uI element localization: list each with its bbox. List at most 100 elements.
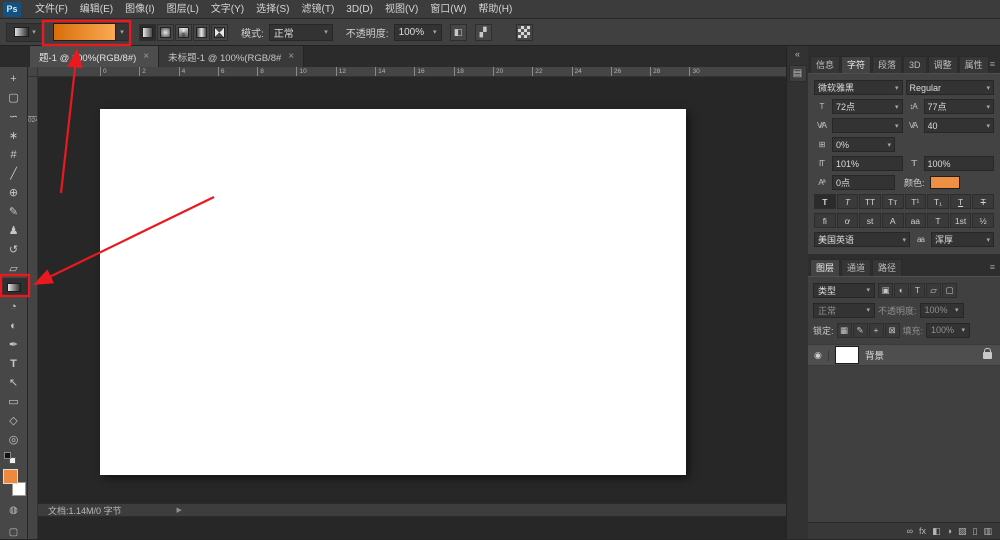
transparency-toggle[interactable]	[516, 24, 533, 41]
close-icon[interactable]: ×	[288, 51, 294, 62]
blur-tool[interactable]: ◔	[1, 297, 27, 316]
status-chevron-icon[interactable]: ▶	[177, 506, 182, 514]
menu-item[interactable]: 选择(S)	[250, 0, 295, 18]
panel-tab[interactable]: 字符	[841, 56, 871, 73]
filter-type-layers-icon[interactable]: T	[910, 283, 925, 298]
gradient-editor-swatch[interactable]	[53, 23, 116, 41]
hand-tool[interactable]: ◇	[1, 411, 27, 430]
diamond-gradient-button[interactable]	[211, 24, 228, 41]
filter-adjustment-layers-icon[interactable]: ◐	[894, 283, 909, 298]
font-family-select[interactable]: 微软雅黑 ▾	[814, 80, 903, 95]
all-caps-button[interactable]: TT	[859, 194, 881, 209]
collapse-dock-icon[interactable]: «	[795, 48, 800, 61]
reflected-gradient-button[interactable]	[193, 24, 210, 41]
contextual-alternates-button[interactable]: ơ	[837, 213, 859, 228]
layer-thumbnail[interactable]	[835, 346, 859, 364]
titling-alternates-button[interactable]: T	[927, 213, 949, 228]
faux-italic-button[interactable]: T	[837, 194, 859, 209]
subscript-button[interactable]: T₁	[927, 194, 949, 209]
foreground-color-swatch[interactable]	[3, 469, 18, 484]
underline-button[interactable]: T	[950, 194, 972, 209]
canvas-area[interactable]: 024681012141618202224262830 024681012141…	[28, 67, 786, 539]
panel-tab[interactable]: 图层	[810, 259, 840, 276]
filter-smart-objects-icon[interactable]: ▢	[942, 283, 957, 298]
spot-healing-brush-tool[interactable]: ⊕	[1, 183, 27, 202]
layer-row[interactable]: ◉ 背景	[808, 344, 1000, 366]
lock-position-icon[interactable]: +	[869, 323, 884, 338]
panel-tab[interactable]: 属性	[959, 56, 989, 73]
panel-menu-icon[interactable]: ≡	[990, 59, 995, 69]
dither-toggle[interactable]: ▞	[475, 24, 492, 41]
font-style-select[interactable]: Regular ▾	[906, 80, 995, 95]
horizontal-type-tool[interactable]: T	[1, 354, 27, 373]
layer-visibility-icon[interactable]: ◉	[814, 350, 829, 361]
clone-stamp-tool[interactable]: ♟	[1, 221, 27, 240]
small-caps-button[interactable]: Tᴛ	[882, 194, 904, 209]
filter-pixel-layers-icon[interactable]: ▣	[878, 283, 893, 298]
faux-bold-button[interactable]: T	[814, 194, 836, 209]
menu-item[interactable]: 编辑(E)	[74, 0, 119, 18]
ligatures-button[interactable]: fi	[814, 213, 836, 228]
menu-item[interactable]: 文字(Y)	[205, 0, 250, 18]
layer-opacity-select[interactable]: 100% ▾	[920, 303, 964, 318]
menu-item[interactable]: 图层(L)	[161, 0, 205, 18]
menu-item[interactable]: 文件(F)	[29, 0, 74, 18]
menu-item[interactable]: 帮助(H)	[472, 0, 518, 18]
stylistic-alternates-button[interactable]: aa	[905, 213, 927, 228]
radial-gradient-button[interactable]	[157, 24, 174, 41]
font-size-select[interactable]: 72点 ▾	[832, 99, 903, 114]
pen-tool[interactable]: ✒	[1, 335, 27, 354]
layer-group-icon[interactable]: ▧	[958, 526, 967, 537]
quick-selection-tool[interactable]: ∗	[1, 126, 27, 145]
rectangle-tool[interactable]: ▭	[1, 392, 27, 411]
kerning-select[interactable]: ▾	[832, 118, 903, 133]
ruler-corner[interactable]	[28, 67, 38, 77]
layer-fill-select[interactable]: 100% ▾	[926, 323, 970, 338]
document-tab[interactable]: 未标题-1 @ 100%(RGB/8#) ×	[159, 46, 304, 67]
gradient-tool[interactable]	[1, 278, 27, 297]
lasso-tool[interactable]: ∽	[1, 107, 27, 126]
document-tab[interactable]: 题-1 @ 100%(RGB/8#) ×	[30, 46, 159, 67]
panel-tab[interactable]: 段落	[872, 56, 902, 73]
mode-select[interactable]: 正常 ▾	[269, 24, 333, 41]
rectangular-marquee-tool[interactable]: ▢	[1, 88, 27, 107]
superscript-button[interactable]: T¹	[905, 194, 927, 209]
lock-pixels-icon[interactable]: ✎	[853, 323, 868, 338]
strikethrough-button[interactable]: T	[972, 194, 994, 209]
menu-item[interactable]: 3D(D)	[340, 0, 379, 18]
panel-tab[interactable]: 3D	[903, 56, 927, 73]
history-brush-tool[interactable]: ↺	[1, 240, 27, 259]
proportional-spacing-select[interactable]: 0% ▾	[832, 137, 895, 152]
crop-tool[interactable]: #	[1, 145, 27, 164]
eyedropper-tool[interactable]: ╱	[1, 164, 27, 183]
discretionary-ligatures-button[interactable]: st	[859, 213, 881, 228]
eraser-tool[interactable]: ▱	[1, 259, 27, 278]
layer-mask-icon[interactable]: ◧	[932, 526, 941, 537]
language-select[interactable]: 美国英语 ▾	[814, 232, 910, 247]
layer-style-icon[interactable]: fx	[919, 526, 926, 536]
panel-tab[interactable]: 通道	[841, 259, 871, 276]
layer-filter-select[interactable]: 类型 ▾	[813, 283, 875, 298]
lock-transparency-icon[interactable]: ▦	[837, 323, 852, 338]
ps-logo[interactable]: Ps	[3, 2, 21, 17]
vertical-scale-input[interactable]: 101%	[832, 156, 903, 171]
blend-mode-select[interactable]: 正常 ▾	[813, 303, 875, 318]
close-icon[interactable]: ×	[143, 51, 149, 62]
reverse-toggle[interactable]: ◧	[450, 24, 467, 41]
baseline-shift-input[interactable]: 0点	[832, 175, 895, 190]
horizontal-ruler[interactable]: 024681012141618202224262830	[38, 67, 786, 77]
gradient-picker-chevron[interactable]: ▾	[116, 23, 129, 41]
panel-menu-icon[interactable]: ≡	[990, 262, 995, 272]
screen-mode-button[interactable]: ▢	[3, 524, 25, 540]
menu-item[interactable]: 视图(V)	[379, 0, 424, 18]
vertical-ruler[interactable]: 02468101214161820	[28, 77, 38, 539]
linear-gradient-button[interactable]	[139, 24, 156, 41]
angle-gradient-button[interactable]	[175, 24, 192, 41]
quick-mask-button[interactable]: ◍	[3, 502, 25, 518]
delete-layer-icon[interactable]: ▥	[983, 526, 992, 537]
text-color-swatch[interactable]	[930, 176, 960, 189]
dodge-tool[interactable]: ◐	[1, 316, 27, 335]
menu-item[interactable]: 图像(I)	[119, 0, 160, 18]
lock-all-icon[interactable]: ⊠	[885, 323, 900, 338]
anti-alias-select[interactable]: 浑厚 ▾	[931, 232, 994, 247]
